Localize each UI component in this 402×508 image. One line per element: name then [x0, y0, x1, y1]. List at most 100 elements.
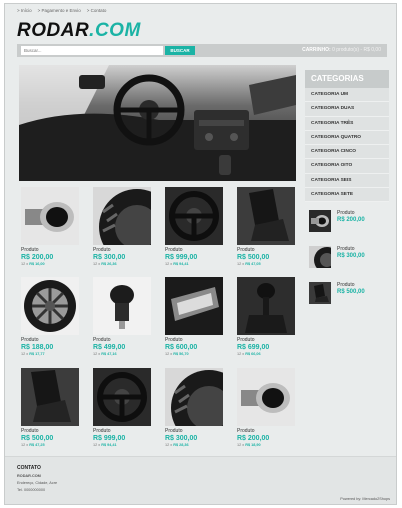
logo-text-domain: .COM [89, 20, 141, 41]
car-seat-icon [309, 282, 331, 305]
product-name: Produto [21, 247, 39, 253]
product-price: R$ 188,00 [21, 344, 54, 351]
installment-count: 12 x [165, 352, 173, 356]
category-item[interactable]: CATEGORIA UM [305, 88, 389, 103]
product-card[interactable]: Produto R$ 499,00 12 x R$ 47,16 [93, 277, 151, 356]
product-price: R$ 300,00 [93, 254, 126, 261]
footer: CONTATO RODAR.COM Endereço, Cidade, Acre… [5, 456, 396, 504]
installment-value: R$ 17,77 [29, 352, 45, 356]
car-seat-icon [21, 368, 79, 426]
product-name: Produto [165, 247, 183, 253]
installment-count: 12 x [165, 443, 173, 447]
category-item[interactable]: CATEGORIA QUATRO [305, 131, 389, 146]
product-installments: 12 x R$ 56,70 [165, 352, 223, 356]
product-card[interactable]: Produto R$ 600,00 12 x R$ 56,70 [165, 277, 223, 356]
featured-product[interactable]: Produto R$ 500,00 [305, 282, 389, 306]
category-item[interactable]: CATEGORIA CINCO [305, 145, 389, 160]
site-logo[interactable]: RODAR.COM [17, 20, 141, 42]
nav-link-contato[interactable]: > Contato [87, 8, 107, 13]
product-name: Produto [165, 428, 183, 434]
featured-product-name: Produto [337, 246, 355, 253]
installment-count: 12 x [21, 352, 29, 356]
product-name: Produto [237, 247, 255, 253]
search-button[interactable]: BUSCAR [165, 46, 195, 55]
cart-info: 0 produto(s) - R$ 0,00 [332, 47, 381, 53]
installment-count: 12 x [21, 443, 29, 447]
installment-count: 12 x [93, 443, 101, 447]
logo-text-main: RODAR [17, 20, 90, 41]
footer-address: Endereço, Cidade, Acre [17, 481, 58, 485]
product-installments: 12 x R$ 66,06 [237, 352, 295, 356]
cart-summary[interactable]: CARRINHO: 0 produto(s) - R$ 0,00 [302, 47, 381, 53]
installment-count: 12 x [237, 262, 245, 266]
product-installments: 12 x R$ 47,16 [93, 352, 151, 356]
installment-count: 12 x [93, 262, 101, 266]
product-name: Produto [93, 247, 111, 253]
product-price: R$ 999,00 [93, 435, 126, 442]
product-card[interactable]: Produto R$ 699,00 12 x R$ 66,06 [237, 277, 295, 356]
installment-count: 12 x [237, 443, 245, 447]
featured-product-name: Produto [337, 282, 355, 289]
category-item[interactable]: CATEGORIA SEIS [305, 174, 389, 189]
featured-product[interactable]: Produto R$ 300,00 [305, 246, 389, 270]
tire-icon [309, 246, 331, 269]
product-installments: 12 x R$ 47,25 [21, 443, 79, 447]
category-item[interactable]: CATEGORIA OITO [305, 159, 389, 174]
product-price: R$ 300,00 [165, 435, 198, 442]
installment-value: R$ 28,36 [173, 443, 189, 447]
product-name: Produto [21, 428, 39, 434]
tire-icon [165, 368, 223, 426]
tire-icon [93, 187, 151, 245]
product-card[interactable]: Produto R$ 300,00 12 x R$ 26,36 [93, 187, 151, 266]
category-item[interactable]: CATEGORIA DUAS [305, 102, 389, 117]
page-frame: > Início > Pagamento e Envio > Contato R… [4, 3, 397, 505]
product-installments: 12 x R$ 26,36 [93, 262, 151, 266]
product-installments: 12 x R$ 16,00 [21, 262, 79, 266]
exhaust-pipe-icon [21, 187, 79, 245]
product-installments: 12 x R$ 94,41 [165, 262, 223, 266]
powered-by[interactable]: Powered by: Mercado2Shops [340, 497, 390, 501]
installment-value: R$ 94,41 [101, 443, 117, 447]
sidebar: CATEGORIAS CATEGORIA UM CATEGORIA DUAS C… [305, 70, 389, 305]
nav-link-pagamento[interactable]: > Pagamento e Envio [38, 8, 81, 13]
product-price: R$ 500,00 [237, 254, 270, 261]
featured-product-name: Produto [337, 210, 355, 217]
product-card[interactable]: Produto R$ 188,00 12 x R$ 17,77 [21, 277, 79, 356]
installment-value: R$ 47,25 [29, 443, 45, 447]
product-name: Produto [93, 428, 111, 434]
featured-product[interactable]: Produto R$ 200,00 [305, 210, 389, 234]
footer-company: RODAR.COM [17, 474, 41, 478]
product-price: R$ 499,00 [93, 344, 126, 351]
hero-banner[interactable] [19, 65, 296, 181]
product-card[interactable]: Produto R$ 200,00 12 x R$ 18,90 [237, 368, 295, 447]
product-installments: 12 x R$ 94,41 [93, 443, 151, 447]
top-navigation: > Início > Pagamento e Envio > Contato [17, 8, 106, 13]
product-card[interactable]: Produto R$ 999,00 12 x R$ 94,41 [93, 368, 151, 447]
car-interior-image [19, 65, 296, 181]
installment-value: R$ 94,41 [173, 262, 189, 266]
product-name: Produto [237, 337, 255, 343]
exhaust-pipe-icon [237, 368, 295, 426]
installment-value: R$ 66,06 [245, 352, 261, 356]
product-card[interactable]: Produto R$ 999,00 12 x R$ 94,41 [165, 187, 223, 266]
category-item[interactable]: CATEGORIA TRÊS [305, 117, 389, 131]
product-name: Produto [165, 337, 183, 343]
gear-shift-icon [237, 277, 295, 335]
cart-label: CARRINHO: [302, 47, 331, 53]
exhaust-pipe-icon [309, 210, 331, 233]
search-input[interactable] [21, 46, 163, 55]
featured-product-price: R$ 300,00 [337, 253, 365, 260]
product-price: R$ 500,00 [21, 435, 54, 442]
installment-value: R$ 47,05 [245, 262, 261, 266]
product-card[interactable]: Produto R$ 200,00 12 x R$ 16,00 [21, 187, 79, 266]
installment-value: R$ 56,70 [173, 352, 189, 356]
search-bar: BUSCAR CARRINHO: 0 produto(s) - R$ 0,00 [17, 44, 387, 57]
product-card[interactable]: Produto R$ 500,00 12 x R$ 47,05 [237, 187, 295, 266]
category-item[interactable]: CATEGORIA SETE [305, 188, 389, 203]
installment-value: R$ 18,90 [245, 443, 261, 447]
product-card[interactable]: Produto R$ 500,00 12 x R$ 47,25 [21, 368, 79, 447]
product-card[interactable]: Produto R$ 300,00 12 x R$ 28,36 [165, 368, 223, 447]
nav-link-inicio[interactable]: > Início [17, 8, 32, 13]
installment-count: 12 x [93, 352, 101, 356]
installment-count: 12 x [21, 262, 29, 266]
